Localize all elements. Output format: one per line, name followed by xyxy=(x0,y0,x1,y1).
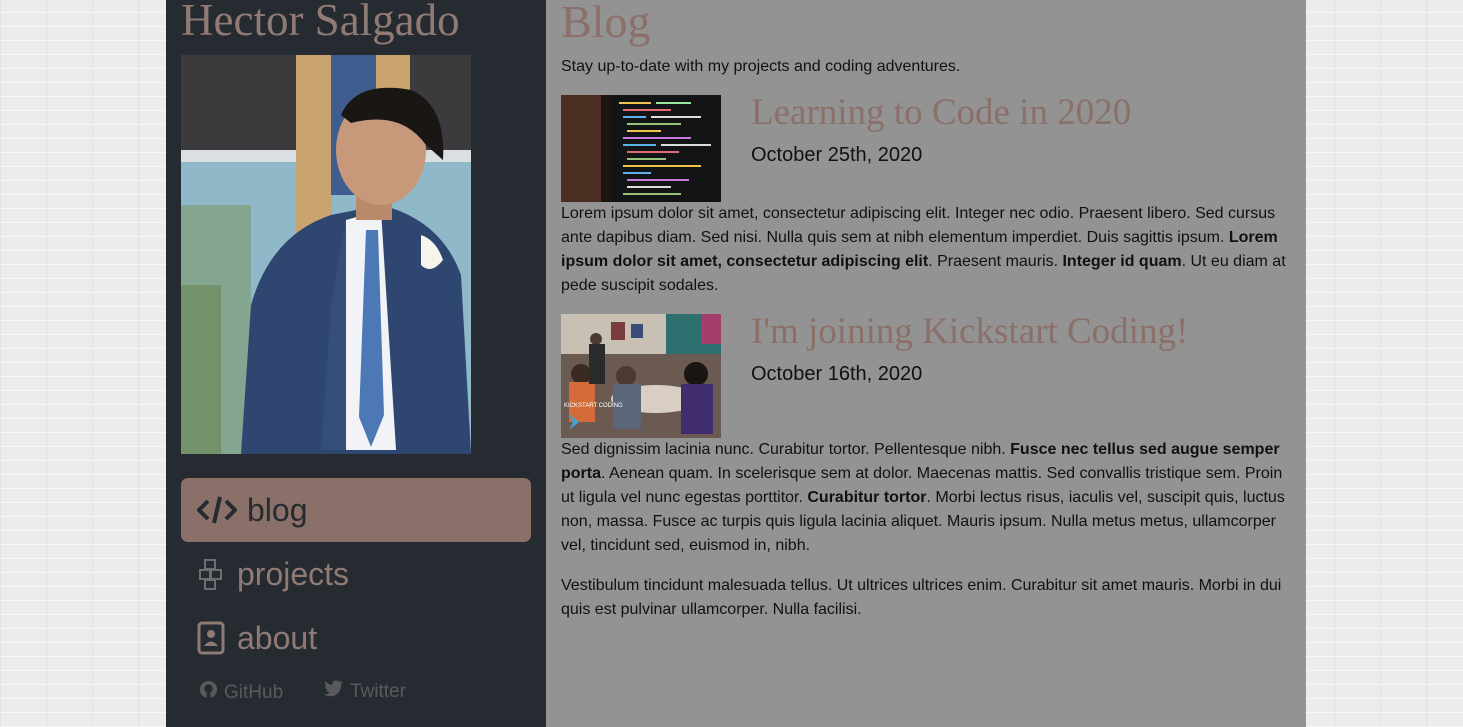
twitter-label: Twitter xyxy=(350,680,406,702)
nav-about[interactable]: about xyxy=(181,606,531,670)
body-text: Vestibulum tincidunt malesuada tellus. U… xyxy=(561,577,1282,618)
code-icon xyxy=(197,490,237,530)
cubes-icon xyxy=(197,554,227,594)
bold-text: Integer id quam xyxy=(1062,253,1182,270)
address-card-icon xyxy=(197,618,227,658)
github-label: GitHub xyxy=(224,681,284,703)
post-body: Vestibulum tincidunt malesuada tellus. U… xyxy=(561,574,1291,622)
post-body: Lorem ipsum dolor sit amet, consectetur … xyxy=(561,202,1291,298)
page-title: Blog xyxy=(561,0,651,47)
bold-text: Curabitur tortor xyxy=(807,489,927,506)
nav-projects[interactable]: projects xyxy=(181,542,531,606)
post-thumbnail-kickstart[interactable]: KICKSTART CODING xyxy=(561,314,721,438)
body-text: Sed dignissim lacinia nunc. Curabitur to… xyxy=(561,441,1011,458)
twitter-icon xyxy=(324,680,350,703)
nav-about-label: about xyxy=(237,619,318,656)
body-text: . Praesent mauris. xyxy=(928,253,1063,270)
post-body: Sed dignissim lacinia nunc. Curabitur to… xyxy=(561,438,1291,558)
profile-photo xyxy=(181,55,471,454)
github-link[interactable]: GitHub xyxy=(199,680,283,705)
post-date: October 16th, 2020 xyxy=(751,363,923,385)
site-title[interactable]: Hector Salgado xyxy=(181,0,460,46)
main-content: Blog Stay up-to-date with my projects an… xyxy=(546,0,1306,727)
post-title[interactable]: I'm joining Kickstart Coding! xyxy=(751,310,1188,353)
post-date: October 25th, 2020 xyxy=(751,144,923,166)
sidebar: Hector Salgado blog projects about GitHu… xyxy=(166,0,546,727)
post-title[interactable]: Learning to Code in 2020 xyxy=(751,91,1131,134)
nav-blog-label: blog xyxy=(247,491,308,528)
github-icon xyxy=(199,680,224,705)
thumbnail-caption: KICKSTART CODING xyxy=(564,403,623,409)
body-text: Lorem ipsum dolor sit amet, consectetur … xyxy=(561,205,1276,246)
nav-blog[interactable]: blog xyxy=(181,478,531,542)
twitter-link[interactable]: Twitter xyxy=(324,680,406,703)
page-tagline: Stay up-to-date with my projects and cod… xyxy=(561,58,961,75)
post-thumbnail-code[interactable] xyxy=(561,95,721,202)
nav-projects-label: projects xyxy=(237,555,350,592)
